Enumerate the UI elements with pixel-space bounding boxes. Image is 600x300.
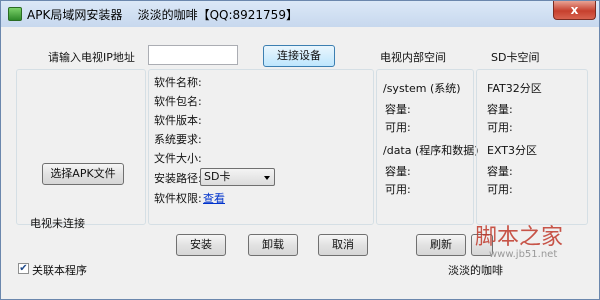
fat32-available-label: 可用:	[487, 121, 513, 134]
internal-storage-panel: /system (系统) 容量: 可用: /data (程序和数据) 容量: 可…	[376, 69, 479, 225]
ext3-available-label: 可用:	[487, 183, 513, 196]
fat32-partition-title: FAT32分区	[487, 82, 542, 95]
install-button[interactable]: 安装	[176, 234, 226, 256]
data-capacity-label: 容量:	[385, 165, 411, 178]
watermark-url: www.jb51.net	[489, 249, 558, 260]
close-button[interactable]: x	[553, 1, 596, 20]
data-available-label: 可用:	[385, 183, 411, 196]
system-capacity-label: 容量:	[385, 103, 411, 116]
ext3-partition-title: EXT3分区	[487, 144, 538, 157]
watermark-logo: 脚本之家	[475, 225, 564, 250]
permission-label: 软件权限:	[154, 192, 202, 205]
install-path-select[interactable]: SD卡	[200, 168, 275, 186]
install-path-value: SD卡	[204, 170, 231, 183]
fat32-capacity-label: 容量:	[487, 103, 513, 116]
system-available-label: 可用:	[385, 121, 411, 134]
software-package-label: 软件包名:	[154, 95, 202, 108]
associate-label: 关联本程序	[32, 264, 87, 277]
refresh-button[interactable]: 刷新	[416, 234, 466, 256]
install-path-label: 安装路径:	[154, 172, 202, 185]
internal-storage-header: 电视内部空间	[380, 51, 446, 64]
app-window: APK局域网安装器 淡淡的咖啡【QQ:8921759】 x 请输入电视IP地址 …	[0, 0, 600, 300]
app-icon	[8, 7, 22, 21]
file-size-label: 文件大小:	[154, 152, 202, 165]
sd-storage-header: SD卡空间	[491, 51, 540, 64]
software-name-label: 软件名称:	[154, 76, 202, 89]
title-bar: APK局域网安装器 淡淡的咖啡【QQ:8921759】 x	[1, 1, 599, 27]
connection-status: 电视未连接	[30, 217, 85, 230]
software-info-panel: 软件名称: 软件包名: 软件版本: 系统要求: 文件大小: 安装路径: SD卡 …	[148, 69, 374, 225]
apk-panel: 选择APK文件	[16, 69, 146, 225]
ip-label: 请输入电视IP地址	[48, 51, 135, 64]
ext3-capacity-label: 容量:	[487, 165, 513, 178]
system-requirement-label: 系统要求:	[154, 133, 202, 146]
window-title: APK局域网安装器 淡淡的咖啡【QQ:8921759】	[27, 8, 298, 22]
software-version-label: 软件版本:	[154, 114, 202, 127]
uninstall-button[interactable]: 卸载	[248, 234, 298, 256]
author-label: 淡淡的咖啡	[448, 264, 503, 277]
chevron-down-icon	[264, 176, 270, 180]
cancel-button[interactable]: 取消	[318, 234, 368, 256]
connect-button[interactable]: 连接设备	[263, 45, 335, 67]
sd-storage-panel: FAT32分区 容量: 可用: EXT3分区 容量: 可用:	[476, 69, 588, 225]
ip-input[interactable]	[148, 45, 238, 65]
select-apk-button[interactable]: 选择APK文件	[42, 163, 124, 185]
view-permissions-link[interactable]: 查看	[203, 190, 225, 206]
data-partition-title: /data (程序和数据)	[383, 144, 479, 157]
associate-checkbox[interactable]: ✔	[18, 263, 29, 274]
system-partition-title: /system (系统)	[383, 82, 461, 95]
